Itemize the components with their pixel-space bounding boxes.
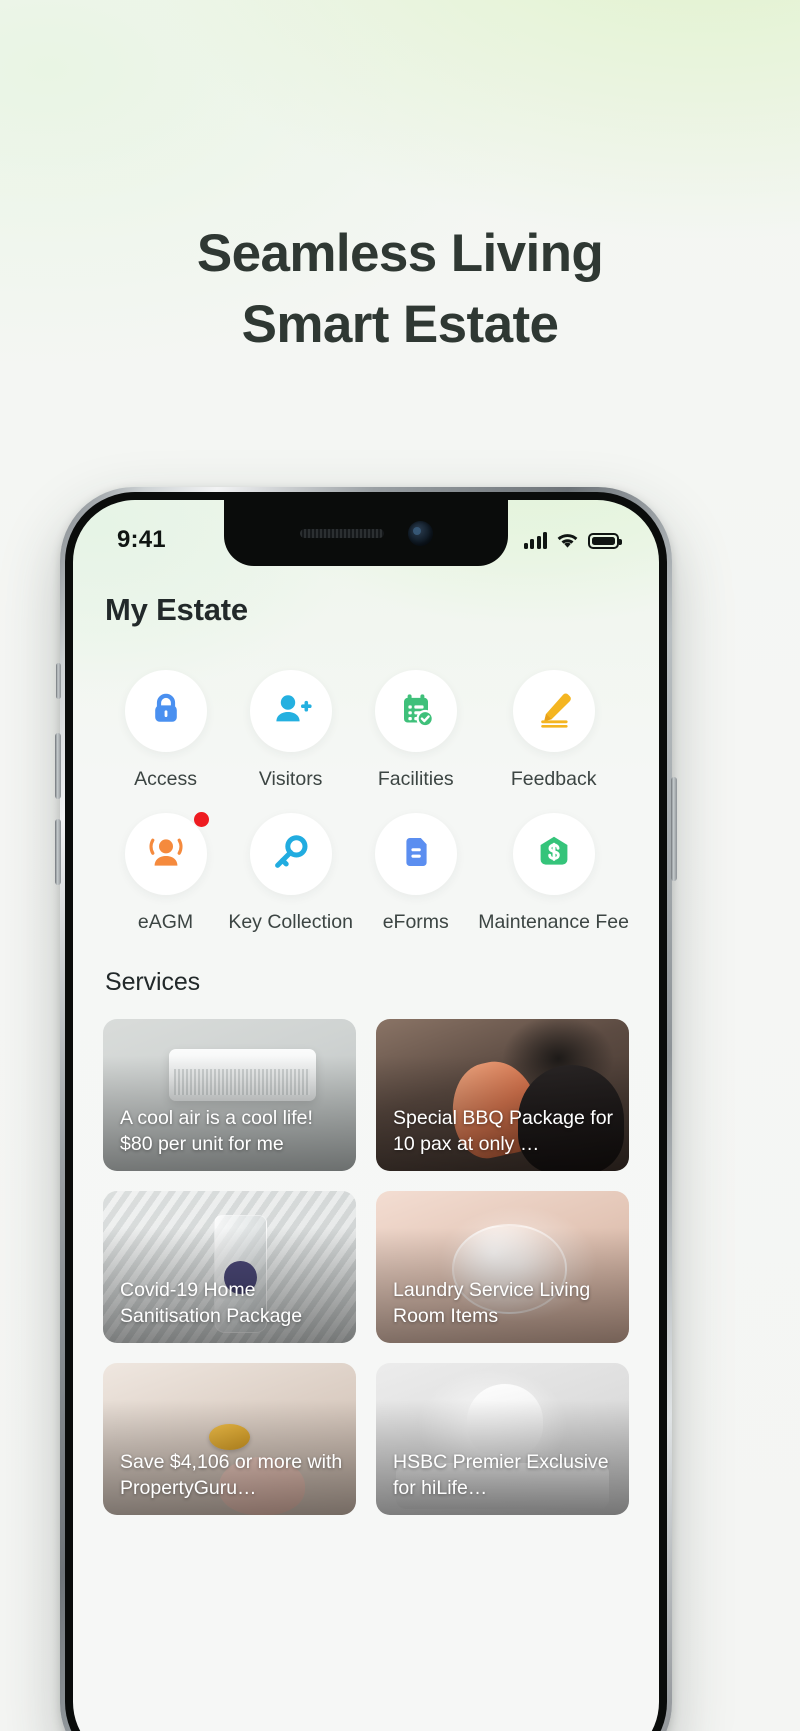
grid-item-icon-wrap [512,813,595,895]
person-add-icon [269,688,313,735]
grid-item-label: eForms [382,911,449,933]
grid-item-label: eAGM [137,911,194,933]
status-bar: 9:41 [73,500,659,566]
grid-item-label: Key Collection [228,911,353,933]
power-button[interactable] [671,777,677,881]
service-card-propertyguru[interactable]: Save $4,106 or more with PropertyGuru… [103,1363,356,1515]
volume-up-button[interactable] [55,733,61,799]
grid-item-access[interactable]: Access [103,670,228,791]
status-indicators [523,531,622,549]
grid-item-eagm[interactable]: eAGM [103,812,228,934]
silent-switch[interactable] [56,663,61,699]
wifi-icon [556,532,579,549]
grid-item-icon-wrap [374,670,457,752]
grid-item-label: Maintenance Fee [478,911,629,933]
grid-item-icon-wrap [249,813,332,895]
phone-screen: 9:41 My Estate Access Visitors Facilitie… [73,500,659,1731]
grid-item-label: Facilities [377,768,454,790]
group-people-icon [144,831,188,878]
headline-line-2: Smart Estate [241,295,559,355]
grid-item-label: Feedback [510,768,597,790]
grid-item-icon-wrap [512,670,595,752]
grid-item-eforms[interactable]: eForms [353,813,478,934]
app-content: My Estate Access Visitors Facilities Fee… [73,566,659,1731]
service-card-caption: Special BBQ Package for 10 pax at only … [393,1107,614,1156]
services-section-title: Services [105,968,201,996]
service-card-caption: Save $4,106 or more with PropertyGuru… [120,1451,343,1500]
pencil-edit-icon [533,688,575,735]
service-card-caption: A cool air is a cool life! $80 per unit … [120,1107,313,1156]
signal-bars-icon [523,531,547,549]
service-card-caption: Laundry Service Living Room Items [393,1279,591,1328]
volume-down-button[interactable] [55,819,61,885]
calendar-check-icon [395,688,437,735]
grid-item-icon-wrap [124,670,207,752]
grid-item-icon-wrap [249,670,332,752]
phone-bezel: 9:41 My Estate Access Visitors Facilitie… [65,492,667,1731]
status-time: 9:41 [117,526,166,553]
battery-full-icon [588,532,622,549]
marketing-page: Seamless Living Smart Estate 9:41 My Est… [0,0,800,1731]
document-lines-icon [395,831,437,878]
notification-badge-dot [193,812,209,827]
page-title: Seamless Living Smart Estate [0,218,800,360]
headline-line-1: Seamless Living [196,224,604,283]
service-card-bbq[interactable]: Special BBQ Package for 10 pax at only … [376,1019,629,1171]
services-card-grid: A cool air is a cool life! $80 per unit … [103,1019,629,1515]
service-card-sanitisation[interactable]: Covid-19 Home Sanitisation Package [103,1191,356,1343]
service-card-hsbc[interactable]: HSBC Premier Exclusive for hiLife… [376,1363,629,1515]
grid-item-key-collection[interactable]: Key Collection [228,813,353,934]
phone-mockup: 9:41 My Estate Access Visitors Facilitie… [55,487,677,1731]
service-card-laundry[interactable]: Laundry Service Living Room Items [376,1191,629,1343]
quick-action-grid: Access Visitors Facilities Feedback eAGM… [103,670,629,934]
service-card-aircon[interactable]: A cool air is a cool life! $80 per unit … [103,1019,356,1171]
service-card-caption: HSBC Premier Exclusive for hiLife… [393,1451,609,1500]
grid-item-icon-wrap [124,812,209,895]
grid-item-feedback[interactable]: Feedback [478,670,629,791]
grid-item-icon-wrap [374,813,457,895]
grid-item-facilities[interactable]: Facilities [353,670,478,791]
key-icon [269,831,313,878]
grid-item-maintenance-fee[interactable]: Maintenance Fee [478,813,629,934]
app-title: My Estate [105,592,248,627]
lock-icon [145,688,187,735]
dollar-tag-icon [533,831,575,878]
grid-item-visitors[interactable]: Visitors [228,670,353,791]
grid-item-label: Access [134,768,197,790]
service-card-caption: Covid-19 Home Sanitisation Package [120,1279,303,1328]
grid-item-label: Visitors [258,768,323,790]
